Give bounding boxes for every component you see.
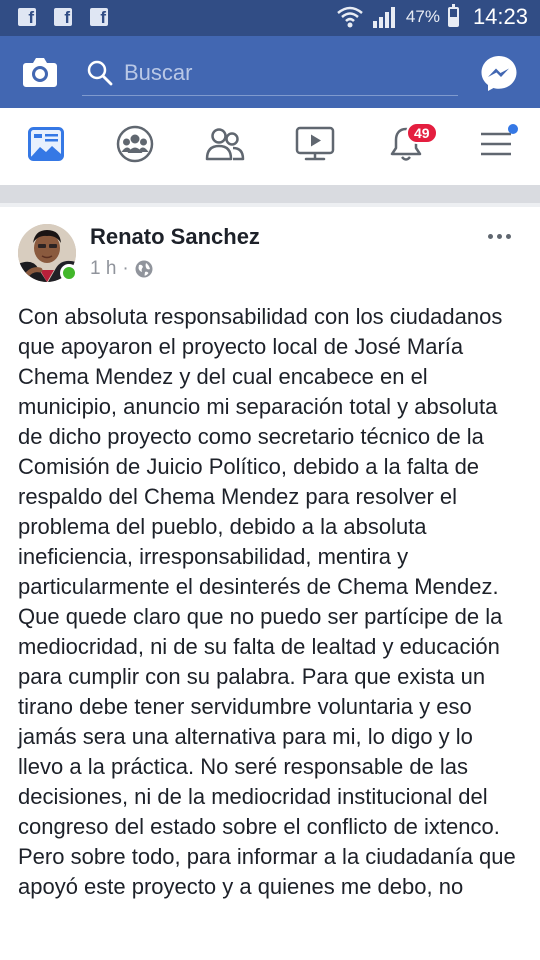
clock: 14:23 [472,4,528,29]
status-indicators: 47% 14:23 [336,4,528,30]
search-icon [87,60,113,85]
status-bar: 47% 14:23 [0,0,540,36]
battery-percent: 47% [405,7,440,26]
globe-icon [135,260,153,278]
tab-friends[interactable] [203,122,247,166]
tab-menu[interactable] [474,122,518,166]
facebook-icon [54,8,72,28]
feed-post: Renato Sanchez 1 h · Con absoluta respon… [0,208,540,960]
nav-bar: 49 [0,108,540,182]
groups-icon [116,125,154,163]
post-timestamp[interactable]: 1 h [90,258,116,280]
post-options-button[interactable] [484,226,514,246]
post-author-name[interactable]: Renato Sanchez [90,224,260,250]
tab-news-feed[interactable] [24,122,68,166]
messenger-icon [481,56,517,91]
menu-update-dot [508,124,518,134]
battery-icon [447,4,459,27]
friends-icon [205,128,245,161]
menu-icon [481,132,511,156]
wifi-icon [337,6,363,28]
tab-groups[interactable] [113,122,157,166]
signal-icon [372,7,395,28]
watch-icon [295,126,335,161]
camera-button[interactable] [22,56,58,88]
online-status-indicator [60,264,78,282]
facebook-icon [18,8,36,28]
post-text: Con absoluta responsabilidad con los ciu… [18,304,516,899]
top-header: Buscar [0,36,540,108]
tab-notifications[interactable]: 49 [384,122,438,166]
messenger-button[interactable] [480,54,518,92]
camera-icon [23,58,57,87]
tab-watch[interactable] [293,122,337,166]
news-feed-icon [28,127,64,161]
post-meta: 1 h · [90,258,153,280]
search-bar[interactable]: Buscar [82,50,458,96]
search-placeholder: Buscar [124,59,193,85]
facebook-icon [90,8,108,28]
feed-divider [0,182,540,208]
notification-count-badge: 49 [406,122,438,144]
notification-icons [18,8,108,28]
meta-separator: · [122,258,129,279]
